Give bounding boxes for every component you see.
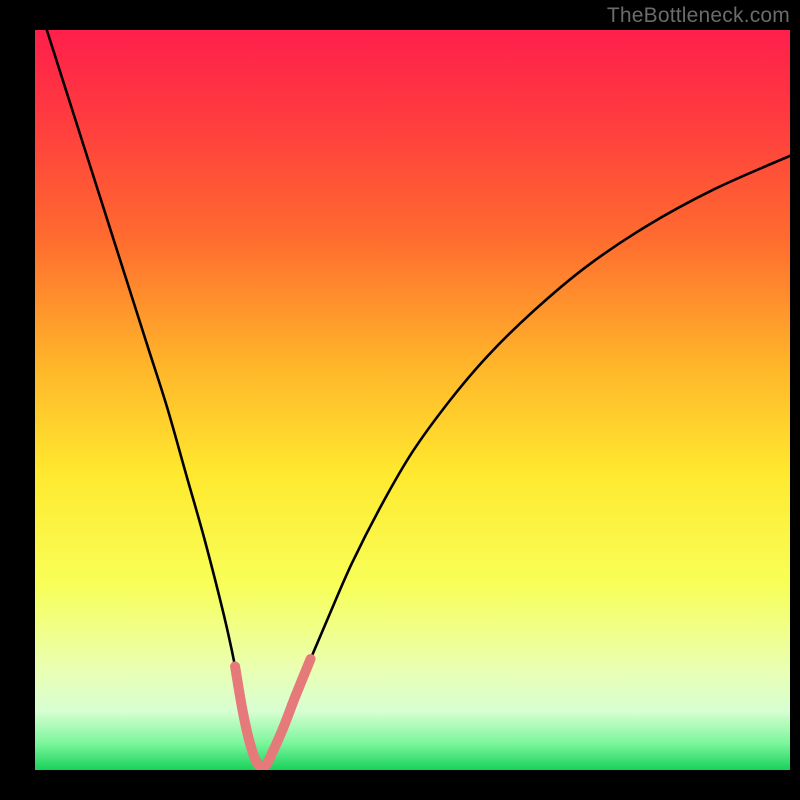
gradient-background bbox=[35, 30, 790, 770]
watermark-text: TheBottleneck.com bbox=[607, 4, 790, 28]
bottleneck-chart bbox=[0, 0, 800, 800]
chart-frame: TheBottleneck.com bbox=[0, 0, 800, 800]
